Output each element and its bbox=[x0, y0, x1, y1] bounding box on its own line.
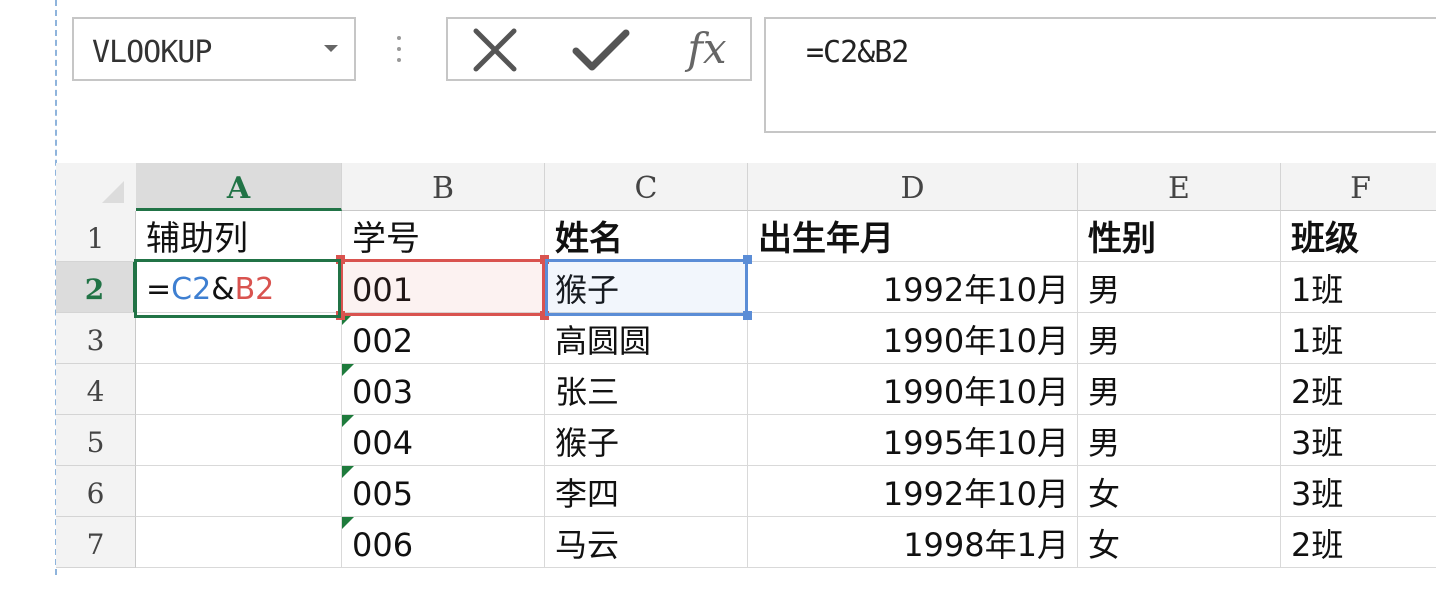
cell-f6[interactable]: 3班 bbox=[1281, 466, 1436, 517]
cell-b4[interactable]: 003 bbox=[342, 364, 545, 415]
cell-b3[interactable]: 002 bbox=[342, 313, 545, 364]
cell-c2[interactable]: 猴子 bbox=[545, 262, 748, 313]
cell-f1[interactable]: 班级 bbox=[1281, 211, 1436, 262]
cell-a7[interactable] bbox=[136, 517, 342, 568]
column-header-a[interactable]: A bbox=[136, 163, 342, 211]
cell-b7[interactable]: 006 bbox=[342, 517, 545, 568]
cell-d4[interactable]: 1990年10月 bbox=[748, 364, 1078, 415]
cell-e1[interactable]: 性别 bbox=[1078, 211, 1281, 262]
cell-b2[interactable]: 001 bbox=[342, 262, 545, 313]
cell-d2[interactable]: 1992年10月 bbox=[748, 262, 1078, 313]
cell-a6[interactable] bbox=[136, 466, 342, 517]
cell-c4[interactable]: 张三 bbox=[545, 364, 748, 415]
cell-f7[interactable]: 2班 bbox=[1281, 517, 1436, 568]
cell-e2[interactable]: 男 bbox=[1078, 262, 1281, 313]
cell-a2[interactable]: =C2&B2 bbox=[136, 262, 342, 313]
row-header-6[interactable]: 6 bbox=[56, 466, 136, 517]
cell-e4[interactable]: 男 bbox=[1078, 364, 1281, 415]
cell-b2-value: 001 bbox=[352, 271, 414, 309]
cell-b3-value: 002 bbox=[352, 322, 414, 360]
select-all-corner[interactable] bbox=[56, 163, 136, 212]
spreadsheet-grid: A B C D E F 1 辅助列 学号 姓名 出生年月 性别 班级 2 =C2… bbox=[0, 0, 1436, 602]
reference-handle-b2-tr[interactable] bbox=[540, 255, 549, 264]
select-all-icon bbox=[102, 181, 124, 203]
cell-c1[interactable]: 姓名 bbox=[545, 211, 748, 262]
column-header-e[interactable]: E bbox=[1078, 163, 1281, 211]
cell-d7[interactable]: 1998年1月 bbox=[748, 517, 1078, 568]
cell-d5[interactable]: 1995年10月 bbox=[748, 415, 1078, 466]
cell-d6[interactable]: 1992年10月 bbox=[748, 466, 1078, 517]
cell-a4[interactable] bbox=[136, 364, 342, 415]
cell-e7[interactable]: 女 bbox=[1078, 517, 1281, 568]
cell-e3[interactable]: 男 bbox=[1078, 313, 1281, 364]
reference-handle-b2-br[interactable] bbox=[540, 311, 549, 320]
reference-handle-c2-tr[interactable] bbox=[743, 255, 752, 264]
reference-handle-b2-bl[interactable] bbox=[336, 311, 345, 320]
cell-a3[interactable] bbox=[136, 313, 342, 364]
column-header-b[interactable]: B bbox=[342, 163, 545, 211]
formula-ref-c2: C2 bbox=[171, 272, 212, 307]
row-header-4[interactable]: 4 bbox=[56, 364, 136, 415]
cell-f2[interactable]: 1班 bbox=[1281, 262, 1436, 313]
cell-b1[interactable]: 学号 bbox=[342, 211, 545, 262]
cell-b5[interactable]: 004 bbox=[342, 415, 545, 466]
error-indicator-icon bbox=[342, 364, 354, 376]
cell-f3[interactable]: 1班 bbox=[1281, 313, 1436, 364]
cell-d3[interactable]: 1990年10月 bbox=[748, 313, 1078, 364]
error-indicator-icon bbox=[342, 466, 354, 478]
cell-f5[interactable]: 3班 bbox=[1281, 415, 1436, 466]
cell-f4[interactable]: 2班 bbox=[1281, 364, 1436, 415]
cell-a5[interactable] bbox=[136, 415, 342, 466]
row-header-1[interactable]: 1 bbox=[56, 211, 136, 262]
cell-c5[interactable]: 猴子 bbox=[545, 415, 748, 466]
cell-c6[interactable]: 李四 bbox=[545, 466, 748, 517]
formula-amp: & bbox=[211, 272, 235, 307]
cell-d1[interactable]: 出生年月 bbox=[748, 211, 1078, 262]
cell-b6-value: 005 bbox=[352, 475, 414, 513]
cell-b6[interactable]: 005 bbox=[342, 466, 545, 517]
column-header-f[interactable]: F bbox=[1281, 163, 1436, 211]
formula-eq: = bbox=[146, 272, 172, 307]
row-header-7[interactable]: 7 bbox=[56, 517, 136, 568]
reference-handle-b2-tl[interactable] bbox=[336, 255, 345, 264]
cell-b4-value: 003 bbox=[352, 373, 414, 411]
cell-c7[interactable]: 马云 bbox=[545, 517, 748, 568]
cell-b7-value: 006 bbox=[352, 526, 414, 564]
error-indicator-icon bbox=[342, 517, 354, 529]
error-indicator-icon bbox=[342, 415, 354, 427]
row-header-2[interactable]: 2 bbox=[56, 262, 136, 313]
column-header-c[interactable]: C bbox=[545, 163, 748, 211]
row-header-5[interactable]: 5 bbox=[56, 415, 136, 466]
cell-c3[interactable]: 高圆圆 bbox=[545, 313, 748, 364]
cell-e5[interactable]: 男 bbox=[1078, 415, 1281, 466]
row-header-3[interactable]: 3 bbox=[56, 313, 136, 364]
cell-b5-value: 004 bbox=[352, 424, 414, 462]
cell-a1[interactable]: 辅助列 bbox=[136, 211, 342, 262]
formula-ref-b2: B2 bbox=[234, 272, 275, 307]
cell-e6[interactable]: 女 bbox=[1078, 466, 1281, 517]
column-header-d[interactable]: D bbox=[748, 163, 1078, 211]
reference-handle-c2-br[interactable] bbox=[743, 311, 752, 320]
